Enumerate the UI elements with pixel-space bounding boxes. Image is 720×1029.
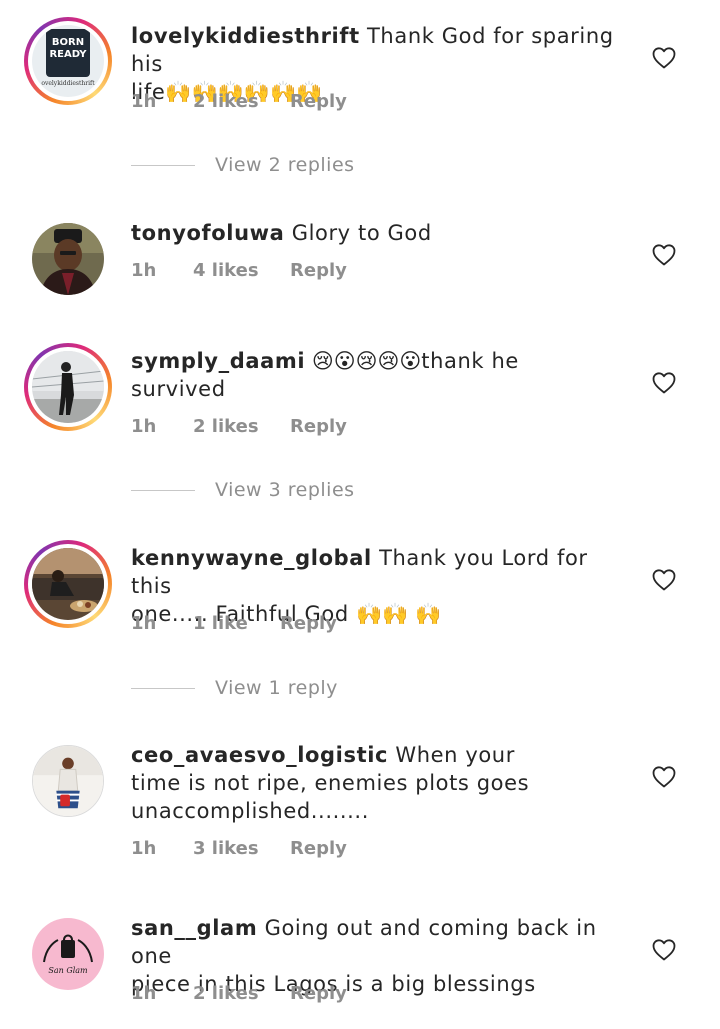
comment-body-line3: unaccomplished........ bbox=[131, 799, 369, 823]
comment-meta: 1h 2 likes Reply bbox=[131, 91, 347, 112]
likes-count[interactable]: 2 likes bbox=[193, 91, 290, 112]
view-replies-label: View 3 replies bbox=[215, 479, 355, 501]
comment-time: 1h bbox=[131, 416, 157, 437]
comment-meta: 1h 4 likes Reply bbox=[131, 260, 347, 281]
view-replies-button[interactable]: View 3 replies bbox=[131, 479, 355, 501]
view-replies-button[interactable]: View 2 replies bbox=[131, 154, 355, 176]
story-ring[interactable] bbox=[24, 540, 112, 628]
username[interactable]: tonyofoluwa bbox=[131, 221, 284, 245]
username[interactable]: ceo_avaesvo_logistic bbox=[131, 743, 388, 767]
reply-button[interactable]: Reply bbox=[290, 91, 347, 112]
avatar: San Glam bbox=[32, 918, 104, 990]
comment-time: 1h bbox=[131, 91, 157, 112]
story-ring[interactable]: BORN READY ovelykiddiesthrift bbox=[24, 17, 112, 105]
avatar: BORN READY ovelykiddiesthrift bbox=[32, 25, 104, 97]
comment-time: 1h bbox=[131, 260, 157, 281]
divider bbox=[131, 164, 195, 166]
comment-text: tonyofoluwa Glory to God bbox=[131, 219, 631, 247]
comment-text: ceo_avaesvo_logistic When your time is n… bbox=[131, 741, 631, 825]
comment-meta: 1h 2 likes Reply bbox=[131, 983, 347, 1004]
likes-count[interactable]: 2 likes bbox=[193, 983, 290, 1004]
heart-outline-icon[interactable] bbox=[652, 372, 676, 394]
heart-outline-icon[interactable] bbox=[652, 47, 676, 69]
svg-text:READY: READY bbox=[49, 49, 87, 60]
story-ring[interactable] bbox=[24, 343, 112, 431]
heart-outline-icon[interactable] bbox=[652, 939, 676, 961]
username[interactable]: symply_daami bbox=[131, 349, 305, 373]
emoji-text: 🙌🙌 🙌 bbox=[356, 602, 442, 626]
avatar-container[interactable] bbox=[32, 745, 104, 817]
avatar bbox=[32, 745, 104, 817]
divider bbox=[131, 489, 195, 491]
comment-meta: 1h 2 likes Reply bbox=[131, 416, 347, 437]
avatar bbox=[32, 548, 104, 620]
heart-outline-icon[interactable] bbox=[652, 244, 676, 266]
avatar-container[interactable]: San Glam bbox=[32, 918, 104, 990]
reply-button[interactable]: Reply bbox=[290, 260, 347, 281]
comment-body-line2: survived bbox=[131, 377, 226, 401]
svg-text:BORN: BORN bbox=[52, 37, 84, 48]
reply-button[interactable]: Reply bbox=[280, 613, 337, 634]
heart-outline-icon[interactable] bbox=[652, 766, 676, 788]
comment-meta: 1h 1 like Reply bbox=[131, 613, 337, 634]
likes-count[interactable]: 3 likes bbox=[193, 838, 290, 859]
likes-count[interactable]: 2 likes bbox=[193, 416, 290, 437]
emoji-text: 😢😮😢😢😮 bbox=[305, 349, 422, 373]
avatar-container[interactable] bbox=[32, 223, 104, 295]
comment-text: symply_daami 😢😮😢😢😮thank he survived bbox=[131, 347, 631, 403]
comment-body: Glory to God bbox=[284, 221, 432, 245]
username[interactable]: san__glam bbox=[131, 916, 257, 940]
likes-count[interactable]: 4 likes bbox=[193, 260, 290, 281]
view-replies-button[interactable]: View 1 reply bbox=[131, 677, 338, 699]
reply-button[interactable]: Reply bbox=[290, 416, 347, 437]
likes-count[interactable]: 1 like bbox=[193, 613, 280, 634]
reply-button[interactable]: Reply bbox=[290, 983, 347, 1004]
comment-body: thank he bbox=[421, 349, 519, 373]
divider bbox=[131, 687, 195, 689]
comment-body-line2: time is not ripe, enemies plots goes bbox=[131, 771, 530, 795]
comment-body: When your bbox=[388, 743, 515, 767]
reply-button[interactable]: Reply bbox=[290, 838, 347, 859]
comment-meta: 1h 3 likes Reply bbox=[131, 838, 347, 859]
username[interactable]: kennywayne_global bbox=[131, 546, 372, 570]
heart-outline-icon[interactable] bbox=[652, 569, 676, 591]
comment-time: 1h bbox=[131, 613, 157, 634]
comment-time: 1h bbox=[131, 838, 157, 859]
comment-time: 1h bbox=[131, 983, 157, 1004]
avatar bbox=[32, 351, 104, 423]
avatar bbox=[32, 223, 104, 295]
username[interactable]: lovelykiddiesthrift bbox=[131, 24, 360, 48]
view-replies-label: View 1 reply bbox=[215, 677, 338, 699]
svg-text:San Glam: San Glam bbox=[48, 966, 88, 975]
view-replies-label: View 2 replies bbox=[215, 154, 355, 176]
svg-text:ovelykiddiesthrift: ovelykiddiesthrift bbox=[41, 80, 95, 87]
